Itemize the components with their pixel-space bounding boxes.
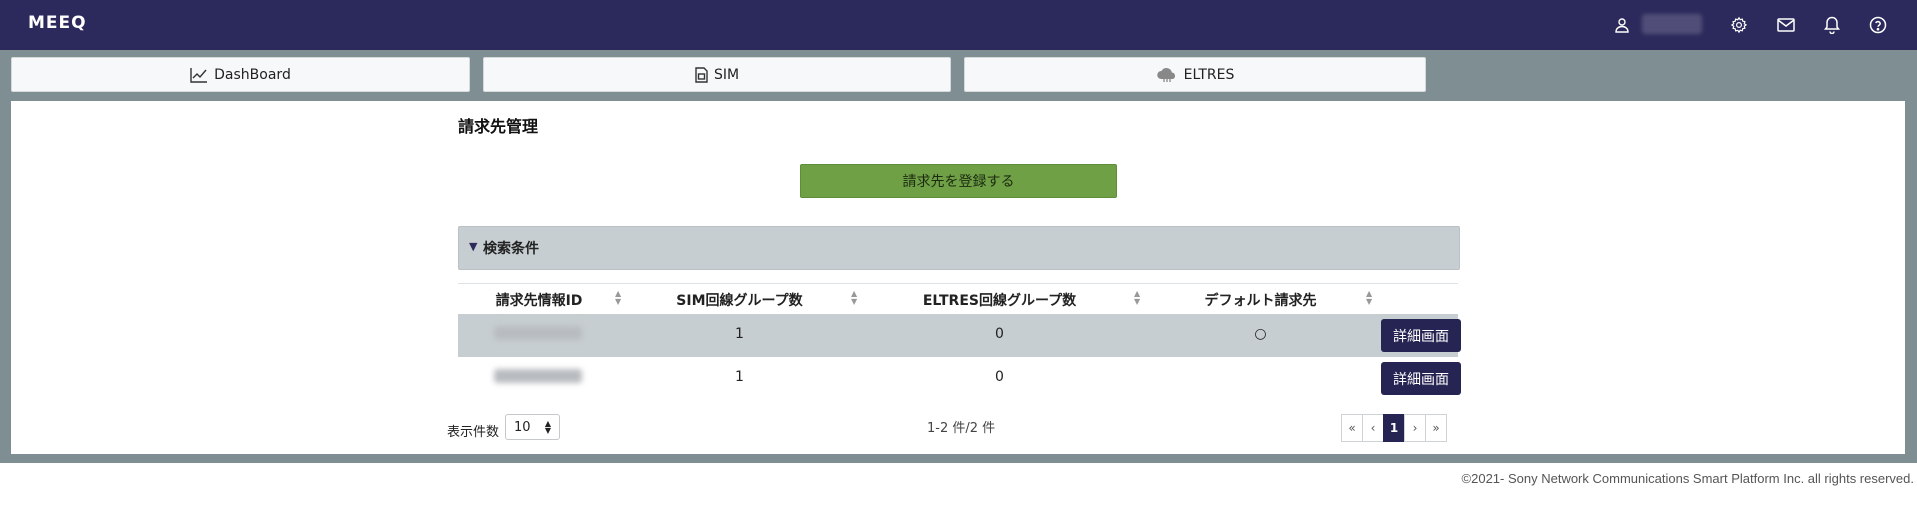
nav-tabs: DashBoard SIM ELTRES — [0, 57, 1917, 92]
search-conditions-toggle[interactable]: ▼ 検索条件 — [458, 226, 1460, 270]
top-bar: MEEQ — [0, 0, 1917, 50]
detail-button[interactable]: 詳細画面 — [1381, 362, 1461, 395]
search-conditions-label: 検索条件 — [483, 241, 539, 257]
per-page-label: 表示件数 — [447, 425, 500, 440]
tab-sim[interactable]: SIM — [483, 57, 951, 92]
billing-id-redacted — [494, 326, 582, 344]
tab-eltres-label: ELTRES — [1183, 66, 1235, 83]
per-page-select[interactable]: 10 ▲ ▼ — [505, 414, 560, 440]
table-header: 請求先情報ID ▲ ▼ SIM回線グループ数 ▲ ▼ ELTRES回線グループ数 ▲… — [458, 283, 1458, 314]
next-page-button[interactable]: › — [1404, 414, 1426, 442]
sim-groups-value: 1 — [735, 369, 744, 385]
user-icon[interactable] — [1610, 13, 1634, 37]
tab-sim-label: SIM — [713, 66, 740, 83]
eltres-groups-value: 0 — [995, 369, 1004, 385]
prev-page-button[interactable]: ‹ — [1362, 414, 1384, 442]
user-name-redacted[interactable] — [1642, 14, 1702, 34]
first-page-button[interactable]: « — [1341, 414, 1363, 442]
tab-dashboard-label: DashBoard — [214, 66, 291, 83]
table-row: 1 0 ○ 詳細画面 — [458, 314, 1461, 357]
table-row: 1 0 詳細画面 — [458, 357, 1461, 400]
tab-eltres[interactable]: ELTRES — [964, 57, 1426, 92]
main-content: 請求先管理 請求先を登録する ▼ 検索条件 請求先情報ID ▲ ▼ SIM回線グル… — [11, 101, 1905, 454]
col-sim-groups[interactable]: SIM回線グループ数 — [628, 290, 851, 310]
copyright-text: ©2021- Sony Network Communications Smart… — [1461, 471, 1914, 486]
table-footer: 表示件数 10 ▲ ▼ 1-2 件/2 件 « ‹ 1 › » — [447, 412, 1447, 442]
eltres-groups-value: 0 — [995, 326, 1004, 342]
page-1-button[interactable]: 1 — [1383, 414, 1405, 442]
tab-dashboard[interactable]: DashBoard — [11, 57, 470, 92]
col-default-billing[interactable]: デフォルト請求先 — [1148, 290, 1373, 310]
col-eltres-groups[interactable]: ELTRES回線グループ数 — [868, 290, 1131, 310]
chart-line-icon — [190, 67, 208, 83]
register-billing-button[interactable]: 請求先を登録する — [800, 164, 1117, 198]
detail-button[interactable]: 詳細画面 — [1381, 319, 1461, 352]
billing-table: 請求先情報ID ▲ ▼ SIM回線グループ数 ▲ ▼ ELTRES回線グループ数 ▲… — [458, 283, 1461, 400]
sort-icon[interactable]: ▲ ▼ — [615, 290, 621, 306]
app-logo[interactable]: MEEQ — [28, 13, 87, 33]
sim-groups-value: 1 — [735, 326, 744, 342]
mail-icon[interactable] — [1774, 13, 1798, 37]
pagination: « ‹ 1 › » — [1341, 414, 1447, 442]
col-billing-id[interactable]: 請求先情報ID — [458, 290, 620, 310]
page-title: 請求先管理 — [458, 117, 539, 136]
cloud-network-icon — [1156, 67, 1175, 82]
caret-down-icon: ▼ — [469, 240, 478, 253]
sort-icon[interactable]: ▲ ▼ — [1366, 290, 1372, 306]
sim-card-icon — [695, 66, 708, 83]
sort-icon[interactable]: ▲ ▼ — [1134, 290, 1140, 306]
help-icon[interactable] — [1866, 13, 1890, 37]
billing-id-redacted — [494, 369, 582, 387]
select-arrows-icon: ▲ ▼ — [544, 419, 551, 435]
gear-icon[interactable] — [1727, 13, 1751, 37]
per-page-value: 10 — [514, 419, 531, 435]
sort-icon[interactable]: ▲ ▼ — [851, 290, 857, 306]
default-billing-value: ○ — [1254, 326, 1267, 342]
bell-icon[interactable] — [1820, 13, 1844, 37]
last-page-button[interactable]: » — [1425, 414, 1447, 442]
result-count: 1-2 件/2 件 — [927, 421, 996, 436]
